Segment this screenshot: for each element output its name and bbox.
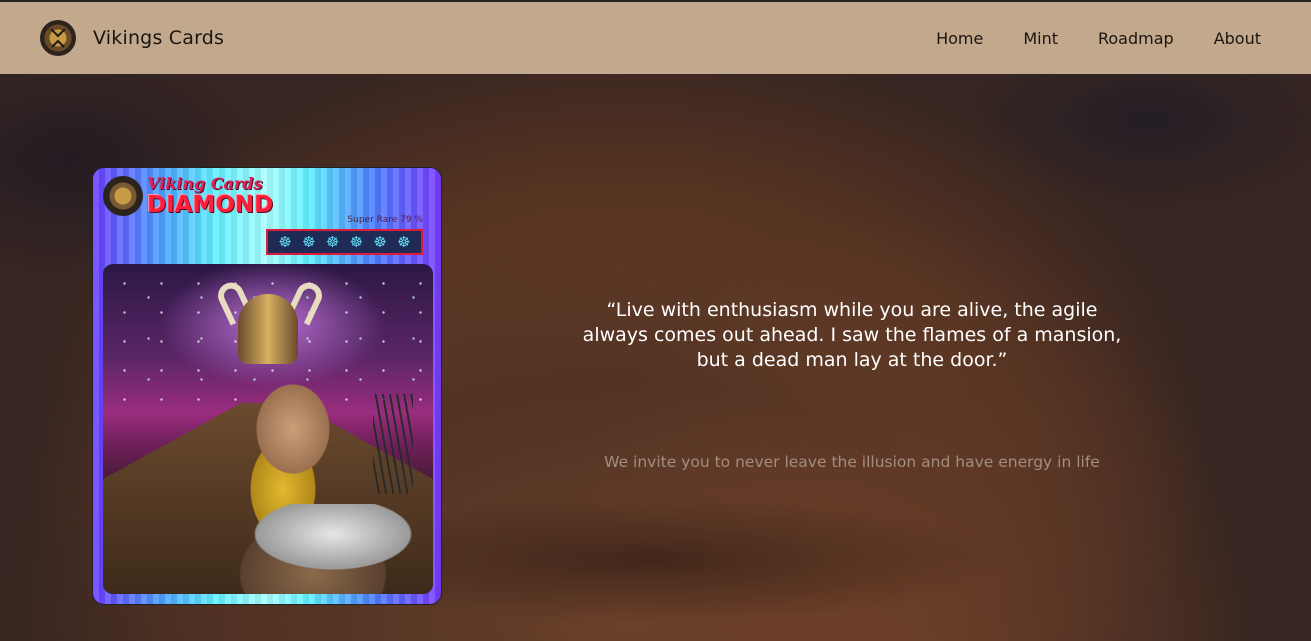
card-tier: DIAMOND [147, 192, 274, 218]
ship-wheel-icon: ☸ [349, 233, 364, 251]
ship-wheel-icon: ☸ [397, 233, 411, 251]
card-rating: ☸ ☸ ☸ ☸ ☸ ☸ [266, 229, 423, 255]
art-fur-cloak [223, 504, 433, 594]
hero-quote: “Live with enthusiasm while you are aliv… [582, 299, 1122, 371]
ship-wheel-icon: ☸ [325, 233, 340, 251]
main-nav: Home Mint Roadmap About [896, 29, 1261, 48]
hero-subtitle: We invite you to never leave the illusio… [604, 453, 1100, 471]
nav-roadmap-link[interactable]: Roadmap [1098, 29, 1174, 48]
card-rarity: Super Rare 79 % [347, 215, 423, 225]
viking-card-image: Viking Cards DIAMOND Super Rare 79 % ☸ ☸… [92, 167, 442, 605]
art-helmet [238, 294, 298, 364]
nav-mint-link[interactable]: Mint [1023, 29, 1058, 48]
card-shield-icon [103, 176, 143, 216]
nav-home-link[interactable]: Home [936, 29, 983, 48]
ship-wheel-icon: ☸ [278, 233, 292, 251]
top-navbar: Vikings Cards Home Mint Roadmap About [0, 0, 1311, 74]
card-artwork [103, 264, 433, 594]
brand-name[interactable]: Vikings Cards [93, 27, 224, 49]
viking-shield-icon[interactable] [40, 20, 76, 56]
brand[interactable]: Vikings Cards [40, 20, 224, 56]
nav-about-link[interactable]: About [1214, 29, 1261, 48]
ship-wheel-icon: ☸ [373, 233, 387, 251]
card-title: Viking Cards [147, 174, 263, 193]
ship-wheel-icon: ☸ [302, 233, 316, 251]
